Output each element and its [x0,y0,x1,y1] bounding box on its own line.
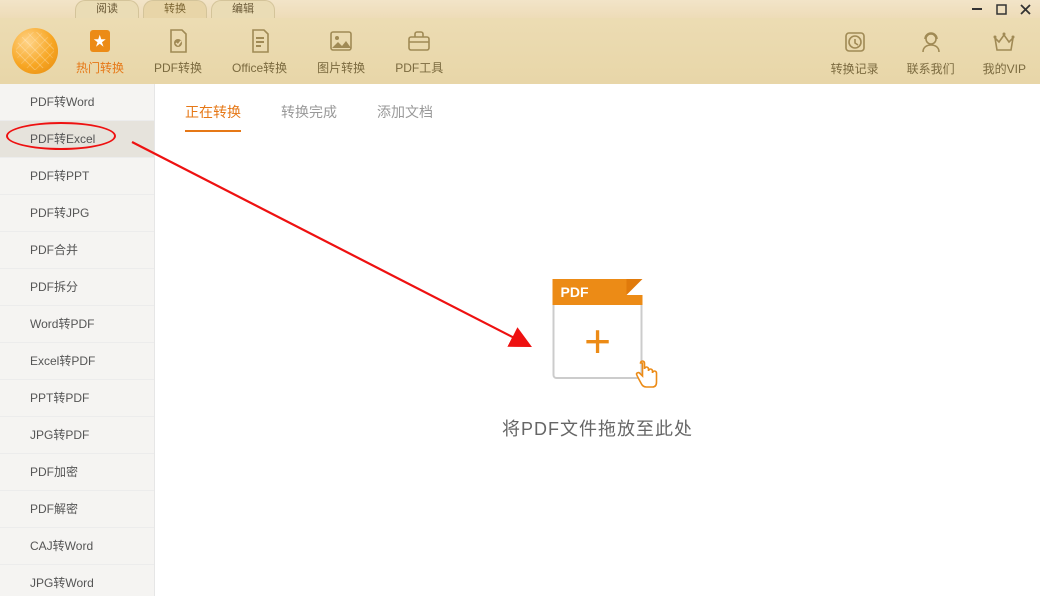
toolbar-history[interactable]: 转换记录 [831,28,879,77]
image-icon [327,27,355,55]
toolbar-image-convert[interactable]: 图片转换 [317,27,365,76]
toolbar-label: 热门转换 [76,59,124,76]
toolbar-label: PDF转换 [154,59,202,76]
mode-tab-edit[interactable]: 编辑 [211,0,275,18]
toolbar-right: 转换记录 联系我们 我的VIP [831,28,1026,77]
sidebar: PDF转Word PDF转Excel PDF转PPT PDF转JPG PDF合并… [0,84,155,596]
mode-tabs: 阅读 转换 编辑 [75,0,275,18]
toolbar-vip[interactable]: 我的VIP [983,28,1026,77]
close-button[interactable] [1018,2,1032,16]
pdf-icon [164,27,192,55]
hot-icon [86,27,114,55]
toolbar: 热门转换 PDF转换 Office转换 图片转换 PDF工具 转换记录 联系我们 [0,18,1040,84]
toolbar-label: 联系我们 [907,60,955,77]
page-fold-icon [627,279,643,295]
toolbar-label: 转换记录 [831,60,879,77]
subtab-completed[interactable]: 转换完成 [281,102,337,132]
toolbar-pdf-tools[interactable]: PDF工具 [395,27,443,76]
maximize-button[interactable] [994,2,1008,16]
dropzone-text: 将PDF文件拖放至此处 [502,415,693,441]
dropzone-file-icon: PDF + [553,279,643,379]
sidebar-item-pdf-to-jpg[interactable]: PDF转JPG [0,195,154,232]
sidebar-item-pdf-merge[interactable]: PDF合并 [0,232,154,269]
sidebar-item-pdf-to-word[interactable]: PDF转Word [0,84,154,121]
sidebar-item-pdf-decrypt[interactable]: PDF解密 [0,491,154,528]
body: PDF转Word PDF转Excel PDF转PPT PDF转JPG PDF合并… [0,84,1040,596]
titlebar: 阅读 转换 编辑 [0,0,1040,18]
main-panel: 正在转换 转换完成 添加文档 PDF + 将PDF文件拖放至此处 [155,84,1040,596]
toolbar-pdf-convert[interactable]: PDF转换 [154,27,202,76]
window-controls [970,2,1032,16]
sidebar-item-jpg-to-pdf[interactable]: JPG转PDF [0,417,154,454]
sidebar-item-pdf-split[interactable]: PDF拆分 [0,269,154,306]
toolbar-contact[interactable]: 联系我们 [907,28,955,77]
history-icon [841,28,869,56]
toolbar-label: PDF工具 [395,59,443,76]
sidebar-item-pdf-encrypt[interactable]: PDF加密 [0,454,154,491]
dropzone[interactable]: PDF + 将PDF文件拖放至此处 [502,279,693,441]
office-icon [246,27,274,55]
toolbar-office-convert[interactable]: Office转换 [232,27,287,76]
sidebar-item-excel-to-pdf[interactable]: Excel转PDF [0,343,154,380]
sidebar-item-pdf-to-excel[interactable]: PDF转Excel [0,121,154,158]
toolbar-label: Office转换 [232,59,287,76]
sidebar-item-jpg-to-word[interactable]: JPG转Word [0,565,154,596]
toolbar-hot-convert[interactable]: 热门转换 [76,27,124,76]
mode-tab-read[interactable]: 阅读 [75,0,139,18]
toolbar-left: 热门转换 PDF转换 Office转换 图片转换 PDF工具 [76,27,443,76]
toolbox-icon [405,27,433,55]
toolbar-label: 我的VIP [983,60,1026,77]
pointer-hand-icon [629,359,663,393]
sidebar-item-pdf-to-ppt[interactable]: PDF转PPT [0,158,154,195]
sidebar-item-word-to-pdf[interactable]: Word转PDF [0,306,154,343]
subtabs: 正在转换 转换完成 添加文档 [155,84,1040,132]
subtab-add-document[interactable]: 添加文档 [377,102,433,132]
support-icon [917,28,945,56]
mode-tab-convert[interactable]: 转换 [143,0,207,18]
sidebar-item-caj-to-word[interactable]: CAJ转Word [0,528,154,565]
sidebar-item-ppt-to-pdf[interactable]: PPT转PDF [0,380,154,417]
vip-icon [990,28,1018,56]
app-logo [12,28,58,74]
subtab-converting[interactable]: 正在转换 [185,102,241,132]
toolbar-label: 图片转换 [317,59,365,76]
minimize-button[interactable] [970,2,984,16]
